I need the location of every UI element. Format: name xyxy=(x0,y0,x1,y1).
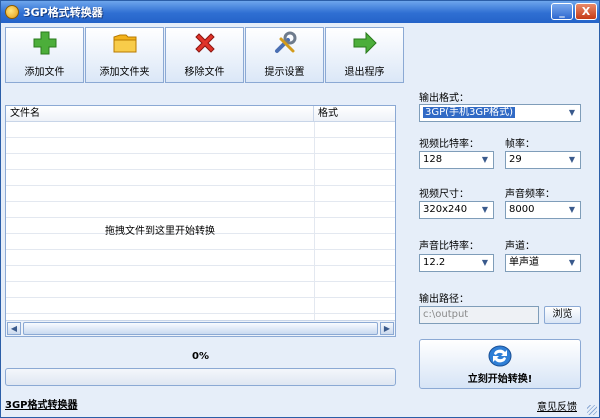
remove-file-label: 移除文件 xyxy=(184,67,225,78)
add-folder-label: 添加文件夹 xyxy=(99,67,150,78)
chevron-down-icon[interactable]: ▼ xyxy=(564,105,580,121)
framerate-select[interactable]: 29 ▼ xyxy=(505,151,581,169)
column-header-filename[interactable]: 文件名 xyxy=(6,106,314,121)
channel-value: 单声道 xyxy=(509,257,539,268)
audio-freq-value: 8000 xyxy=(509,204,535,215)
column-divider xyxy=(314,122,315,320)
progress-percent: 0% xyxy=(192,351,209,362)
toolbar: 添加文件 添加文件夹 移除文件 提示设置 退出程序 xyxy=(5,27,405,83)
settings-button[interactable]: 提示设置 xyxy=(245,27,324,83)
file-list[interactable]: 文件名 格式 拖拽文件到这里开始转换 ◀ ▶ xyxy=(5,105,396,337)
folder-icon xyxy=(113,34,136,53)
start-convert-label: 立刻开始转换! xyxy=(467,373,533,385)
chevron-down-icon[interactable]: ▼ xyxy=(477,152,493,168)
file-list-body[interactable]: 拖拽文件到这里开始转换 xyxy=(6,122,395,320)
framerate-value: 29 xyxy=(509,154,522,165)
video-size-label: 视频尺寸： xyxy=(419,189,469,200)
chevron-down-icon[interactable]: ▼ xyxy=(477,202,493,218)
scroll-right-icon[interactable]: ▶ xyxy=(380,322,394,335)
arrow-right-icon xyxy=(353,31,377,55)
video-bitrate-label: 视频比特率： xyxy=(419,139,479,150)
audio-bitrate-select[interactable]: 12.2 ▼ xyxy=(419,254,494,272)
video-size-value: 320x240 xyxy=(423,204,468,215)
chevron-down-icon[interactable]: ▼ xyxy=(564,152,580,168)
file-list-header: 文件名 格式 xyxy=(6,106,395,122)
column-header-format[interactable]: 格式 xyxy=(314,106,395,121)
chevron-down-icon[interactable]: ▼ xyxy=(564,202,580,218)
add-file-label: 添加文件 xyxy=(24,67,65,78)
title-bar[interactable]: 3GP格式转换器 _ X xyxy=(1,1,599,23)
tools-icon xyxy=(274,31,296,53)
video-bitrate-value: 128 xyxy=(423,154,443,165)
video-bitrate-select[interactable]: 128 ▼ xyxy=(419,151,494,169)
chevron-down-icon[interactable]: ▼ xyxy=(477,255,493,271)
output-format-label: 输出格式： xyxy=(419,93,469,104)
framerate-label: 帧率： xyxy=(505,139,535,150)
feedback-link[interactable]: 意见反馈 xyxy=(537,398,577,413)
scroll-left-icon[interactable]: ◀ xyxy=(7,322,21,335)
window-title: 3GP格式转换器 xyxy=(23,6,103,19)
output-format-select[interactable]: 3GP(手机3GP格式) ▼ xyxy=(419,104,581,122)
audio-bitrate-value: 12.2 xyxy=(423,257,446,268)
exit-label: 退出程序 xyxy=(344,67,385,78)
app-window: 3GP格式转换器 _ X 添加文件 添加文件夹 移除文件 提示设置 退出程序 文… xyxy=(0,0,600,418)
app-name-link[interactable]: 3GP格式转换器 xyxy=(5,396,78,411)
app-logo-icon xyxy=(5,5,19,19)
drop-hint: 拖拽文件到这里开始转换 xyxy=(105,226,215,237)
exit-button[interactable]: 退出程序 xyxy=(325,27,404,83)
channel-label: 声道： xyxy=(505,241,535,252)
audio-bitrate-label: 声音比特率： xyxy=(419,241,479,252)
video-size-select[interactable]: 320x240 ▼ xyxy=(419,201,494,219)
output-path-input[interactable]: c:\output xyxy=(419,306,539,324)
settings-label: 提示设置 xyxy=(264,67,305,78)
output-path-label: 输出路径： xyxy=(419,294,469,305)
horizontal-scrollbar[interactable]: ◀ ▶ xyxy=(6,320,395,336)
channel-select[interactable]: 单声道 ▼ xyxy=(505,254,581,272)
scroll-thumb[interactable] xyxy=(23,322,378,335)
convert-refresh-icon xyxy=(488,345,512,366)
add-file-button[interactable]: 添加文件 xyxy=(5,27,84,83)
browse-button[interactable]: 浏览 xyxy=(544,306,581,324)
progress-bar xyxy=(5,368,396,386)
audio-freq-select[interactable]: 8000 ▼ xyxy=(505,201,581,219)
resize-grip[interactable] xyxy=(587,405,597,415)
chevron-down-icon[interactable]: ▼ xyxy=(564,255,580,271)
remove-file-button[interactable]: 移除文件 xyxy=(165,27,244,83)
add-folder-button[interactable]: 添加文件夹 xyxy=(85,27,164,83)
plus-icon xyxy=(33,31,56,55)
minimize-button[interactable]: _ xyxy=(551,3,573,20)
red-x-icon xyxy=(194,33,215,53)
close-button[interactable]: X xyxy=(575,3,597,20)
output-format-value: 3GP(手机3GP格式) xyxy=(423,107,516,118)
start-convert-button[interactable]: 立刻开始转换! xyxy=(419,339,581,389)
audio-freq-label: 声音频率： xyxy=(505,189,555,200)
